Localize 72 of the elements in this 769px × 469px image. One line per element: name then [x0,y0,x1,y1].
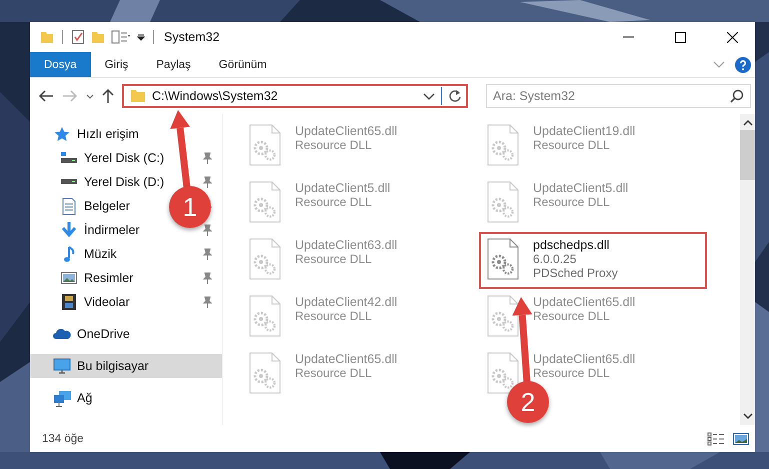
ribbon-tab[interactable]: Görünüm [204,52,281,77]
file-name[interactable]: pdschedps.dll [533,238,618,252]
dropdown-icon[interactable] [423,92,435,100]
close-button[interactable] [726,32,738,42]
search-field[interactable]: Ara: System32 [486,84,751,108]
search-icon[interactable] [730,89,744,103]
file-detail: Resource DLL [295,195,373,209]
scroll-down-icon[interactable] [742,413,752,419]
recent-locations-icon[interactable] [86,94,94,98]
file-detail: Resource DLL [295,366,373,380]
sidebar-item[interactable]: İndirmeler [60,222,140,238]
download-arrow-icon [61,222,77,238]
computer-icon [53,358,71,374]
back-icon[interactable] [38,90,54,102]
folder-icon [130,90,146,102]
drive-icon [60,179,78,185]
pin-icon[interactable] [202,152,212,164]
dll-file-icon[interactable] [487,295,519,337]
file-detail: 6.0.0.25 [533,252,578,266]
sidebar-item[interactable]: OneDrive [53,327,130,341]
checkmark-document-icon[interactable] [71,29,85,45]
film-icon [62,294,76,310]
search-input[interactable]: Ara: System32 [487,89,730,103]
sidebar-item[interactable]: Yerel Disk (D:) [60,175,164,189]
sidebar-item[interactable]: Müzik [60,246,117,262]
pin-icon[interactable] [202,272,212,284]
properties-icon[interactable] [111,30,131,44]
pin-icon[interactable] [202,296,212,308]
sidebar-item[interactable]: Ağ [53,390,92,406]
window-title: System32 [164,30,220,44]
file-detail: PDSched Proxy [533,266,618,280]
file-detail: Resource DLL [295,309,373,323]
maximize-button[interactable] [674,32,686,42]
file-detail: Resource DLL [533,309,611,323]
expand-ribbon-icon[interactable] [713,61,725,68]
sidebar-item[interactable]: Bu bilgisayar [53,358,149,374]
file-detail: Resource DLL [295,252,373,266]
pin-icon[interactable] [202,176,212,188]
pin-icon[interactable] [202,224,212,236]
ribbon-tab[interactable]: Paylaş [142,52,205,77]
network-icon [54,390,70,406]
sidebar-item[interactable]: Hızlı erişim [53,126,139,142]
sidebar-item[interactable]: Yerel Disk (C:) [60,151,164,165]
dll-file-icon[interactable] [487,238,519,280]
sidebar-item[interactable]: Belgeler [60,198,130,214]
file-menu-tab[interactable]: Dosya [30,52,91,77]
cloud-icon [53,329,71,339]
pin-icon[interactable] [202,248,212,260]
help-icon[interactable] [735,56,751,72]
sidebar-item[interactable]: Videolar [60,294,130,310]
file-detail: Resource DLL [533,366,611,380]
scrollbar-thumb[interactable] [740,130,755,180]
dll-file-icon[interactable] [487,352,519,394]
details-view-icon[interactable] [707,432,725,446]
item-count: 134 öğe [42,432,84,444]
ribbon-tab[interactable]: Giriş [90,52,142,77]
file-detail: Resource DLL [533,195,611,209]
picture-icon [61,272,77,284]
document-icon [62,198,76,214]
music-note-icon [63,246,75,262]
large-icons-view-icon[interactable] [733,432,749,446]
file-detail: Resource DLL [295,138,373,152]
minimize-button[interactable] [622,36,634,38]
dropdown-icon[interactable] [137,34,145,40]
file-detail: Resource DLL [533,138,611,152]
refresh-icon[interactable] [448,89,462,103]
up-icon[interactable] [102,88,114,104]
star-icon [54,126,70,142]
drive-icon [60,152,78,164]
sidebar-item[interactable]: Resimler [60,271,134,285]
address-field[interactable]: C:\Windows\System32 [122,84,468,108]
scroll-up-icon[interactable] [742,120,752,126]
